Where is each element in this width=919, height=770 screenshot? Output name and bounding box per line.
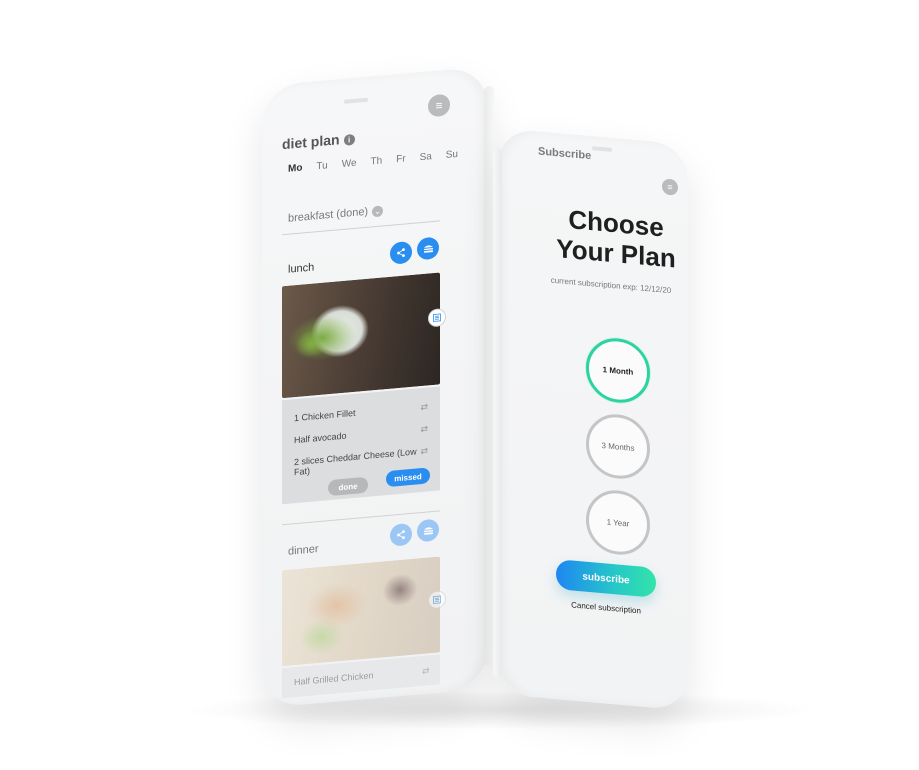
page-title: diet plan i <box>282 130 355 152</box>
lunch-label: lunch <box>288 261 315 276</box>
plan-label: 1 Month <box>602 364 634 377</box>
share-icon[interactable] <box>390 240 412 265</box>
diet-plan-phone: ≡ diet plan i Mo Tu We Th Fr Sa Su breakf… <box>262 66 494 709</box>
day-tu[interactable]: Tu <box>316 160 327 172</box>
swap-icon[interactable]: ⇄ <box>420 401 428 413</box>
breakfast-label: breakfast (done) <box>288 205 369 225</box>
cancel-subscription-link[interactable]: Cancel subscription <box>556 599 656 617</box>
day-selector: Mo Tu We Th Fr Sa Su <box>288 149 458 175</box>
phone-speaker <box>592 146 612 152</box>
page-title: Subscribe <box>538 145 592 163</box>
lunch-ingredients: 1 Chicken Fillet ⇄ Half avocado ⇄ 2 slic… <box>282 386 440 505</box>
list-item: Half avocado ⇄ <box>294 423 428 446</box>
menu-icon[interactable]: ≡ <box>662 178 678 196</box>
swap-icon[interactable]: ⇄ <box>420 423 428 435</box>
diet-plan-title: diet plan <box>282 131 340 153</box>
phone-speaker <box>344 97 368 104</box>
nutrition-icon[interactable] <box>428 589 446 610</box>
day-we[interactable]: We <box>342 158 357 170</box>
subscribe-button[interactable]: subscribe <box>556 559 656 598</box>
day-sa[interactable]: Sa <box>420 151 432 163</box>
day-mo[interactable]: Mo <box>288 162 302 174</box>
info-icon[interactable]: i <box>343 133 355 146</box>
choose-plan-heading: Choose Your Plan <box>556 203 676 273</box>
phone-edge <box>493 147 502 679</box>
dinner-image <box>282 556 440 667</box>
subscribe-phone: Subscribe ≡ Choose Your Plan current sub… <box>493 128 688 711</box>
breakfast-section[interactable]: breakfast (done) ⌄ <box>288 204 384 225</box>
subscription-expiry: current subscription exp: 12/12/20 <box>550 275 672 296</box>
swap-icon[interactable]: ⇄ <box>422 665 430 677</box>
done-button[interactable]: done <box>328 476 368 497</box>
share-icon[interactable] <box>390 522 412 547</box>
ingredient-name: Half Grilled Chicken <box>294 670 374 688</box>
burger-icon[interactable] <box>417 518 439 543</box>
day-fr[interactable]: Fr <box>396 153 405 165</box>
day-su[interactable]: Su <box>446 149 458 161</box>
missed-button[interactable]: missed <box>386 467 430 488</box>
ingredient-name: Half avocado <box>294 430 347 446</box>
burger-icon[interactable] <box>417 236 439 261</box>
nutrition-icon[interactable] <box>428 307 446 328</box>
lunch-image <box>282 272 440 399</box>
divider <box>282 510 440 526</box>
menu-icon[interactable]: ≡ <box>428 93 450 118</box>
plan-label: 3 Months <box>601 440 635 453</box>
plan-option-1-year[interactable]: 1 Year <box>586 487 650 558</box>
day-th[interactable]: Th <box>371 155 383 167</box>
plan-option-1-month[interactable]: 1 Month <box>586 335 650 406</box>
dinner-label: dinner <box>288 543 319 558</box>
chevron-down-icon[interactable]: ⌄ <box>372 205 384 218</box>
plan-label: 1 Year <box>606 517 630 528</box>
list-item: 1 Chicken Fillet ⇄ <box>294 401 428 424</box>
swap-icon[interactable]: ⇄ <box>420 445 428 466</box>
ingredient-name: 1 Chicken Fillet <box>294 407 356 424</box>
plan-option-3-months[interactable]: 3 Months <box>586 411 650 482</box>
